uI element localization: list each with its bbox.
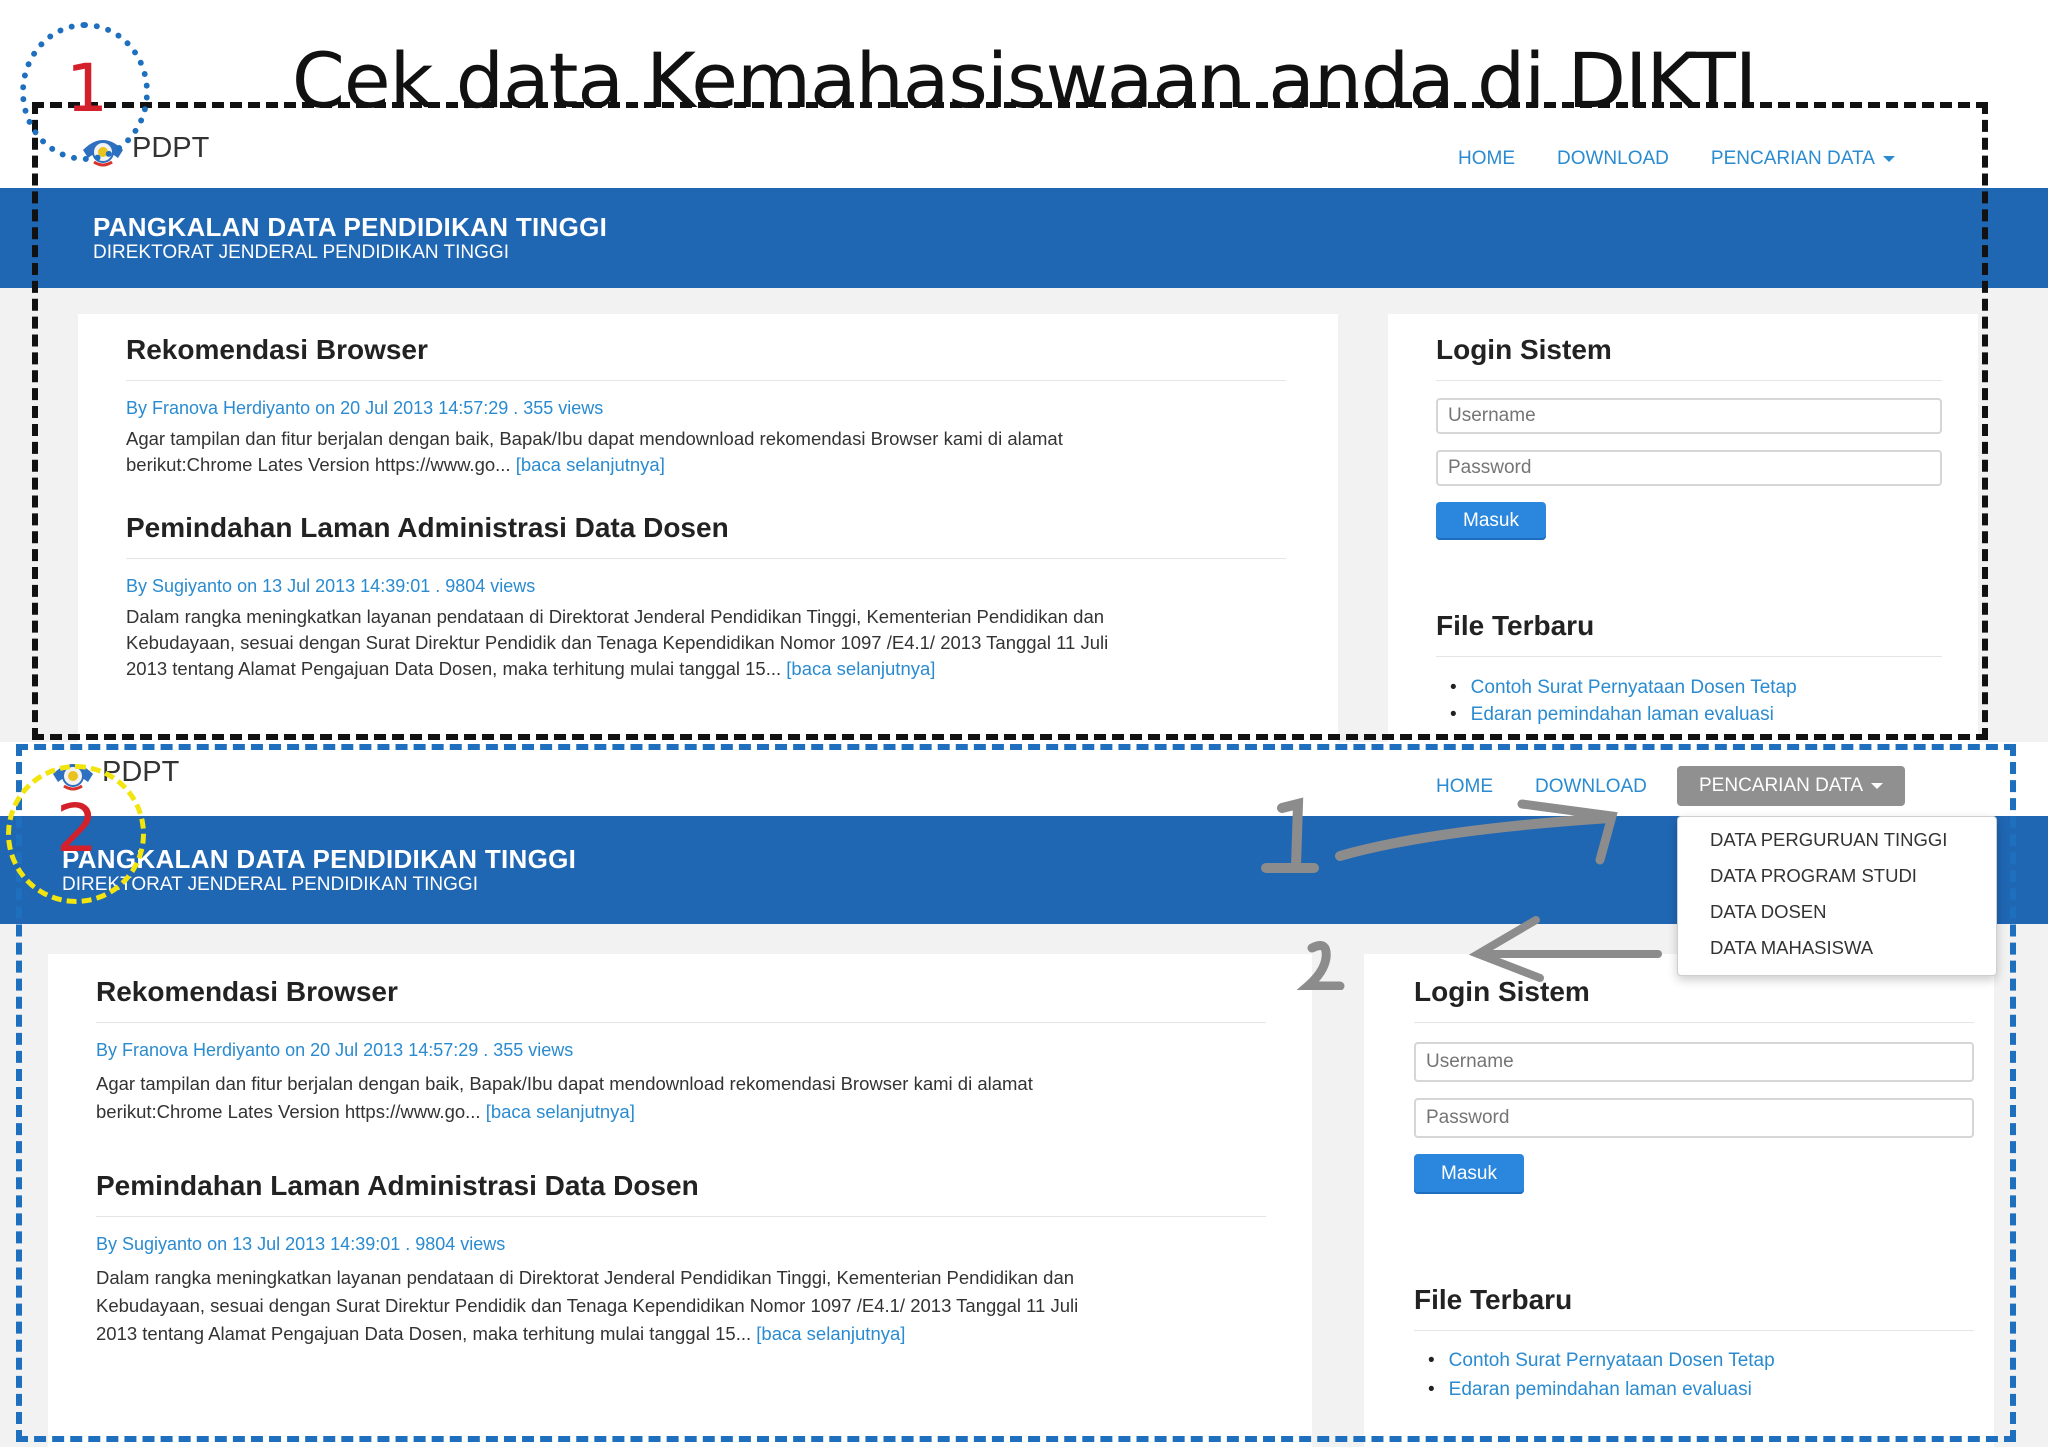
step-number: 1	[66, 50, 108, 127]
step-1-frame	[32, 102, 1988, 740]
hand-drawn-arrows-icon	[1261, 797, 1662, 990]
nav-pencarian-data-active[interactable]: PENCARIAN DATA	[1677, 766, 1905, 806]
dropdown-item-perguruan-tinggi[interactable]: DATA PERGURUAN TINGGI	[1710, 829, 1947, 851]
step-number: 2	[56, 790, 98, 867]
pencarian-data-dropdown: DATA PERGURUAN TINGGI DATA PROGRAM STUDI…	[1677, 816, 1997, 976]
tutorial-headline: Cek data Kemahasiswaan anda di DIKTI	[291, 36, 1757, 125]
nav-pencarian-data-label: PENCARIAN DATA	[1699, 775, 1863, 796]
caret-down-icon	[1871, 783, 1883, 789]
dropdown-item-program-studi[interactable]: DATA PROGRAM STUDI	[1710, 865, 1917, 887]
dropdown-item-dosen[interactable]: DATA DOSEN	[1710, 901, 1827, 923]
dropdown-item-mahasiswa[interactable]: DATA MAHASISWA	[1710, 937, 1873, 959]
